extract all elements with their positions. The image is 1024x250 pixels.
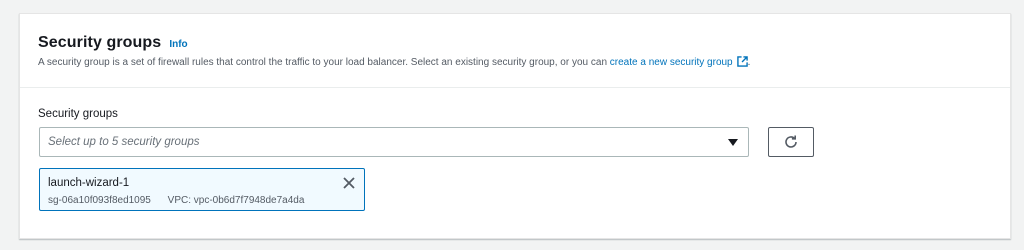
- selected-security-group-token: launch-wizard-1 sg-06a10f093f8ed1095 VPC…: [39, 168, 365, 211]
- security-groups-panel: Security groups Info A security group is…: [19, 13, 1011, 239]
- token-meta: sg-06a10f093f8ed1095 VPC: vpc-0b6d7f7948…: [48, 195, 304, 206]
- security-groups-select[interactable]: Select up to 5 security groups: [39, 127, 749, 157]
- section-description: A security group is a set of firewall ru…: [38, 56, 750, 68]
- create-security-group-link-text[interactable]: create a new security group: [610, 57, 733, 68]
- panel-header: Security groups Info A security group is…: [20, 14, 1010, 88]
- description-suffix: .: [747, 57, 751, 68]
- select-placeholder: Select up to 5 security groups: [48, 136, 200, 148]
- title-row: Security groups Info: [38, 34, 188, 52]
- refresh-button[interactable]: [768, 127, 814, 157]
- token-name: launch-wizard-1: [48, 177, 130, 189]
- refresh-icon: [785, 135, 797, 148]
- info-link[interactable]: Info: [169, 39, 187, 50]
- section-title: Security groups: [38, 34, 162, 51]
- description-text: A security group is a set of firewall ru…: [38, 57, 607, 68]
- security-groups-label: Security groups: [38, 108, 118, 120]
- close-icon[interactable]: [342, 176, 356, 190]
- external-link-icon[interactable]: [736, 56, 748, 67]
- caret-down-icon[interactable]: [728, 139, 738, 146]
- token-group-id: sg-06a10f093f8ed1095: [48, 195, 151, 206]
- token-vpc: VPC: vpc-0b6d7f7948de7a4da: [167, 195, 305, 206]
- create-security-group-link[interactable]: create a new security group: [610, 56, 748, 68]
